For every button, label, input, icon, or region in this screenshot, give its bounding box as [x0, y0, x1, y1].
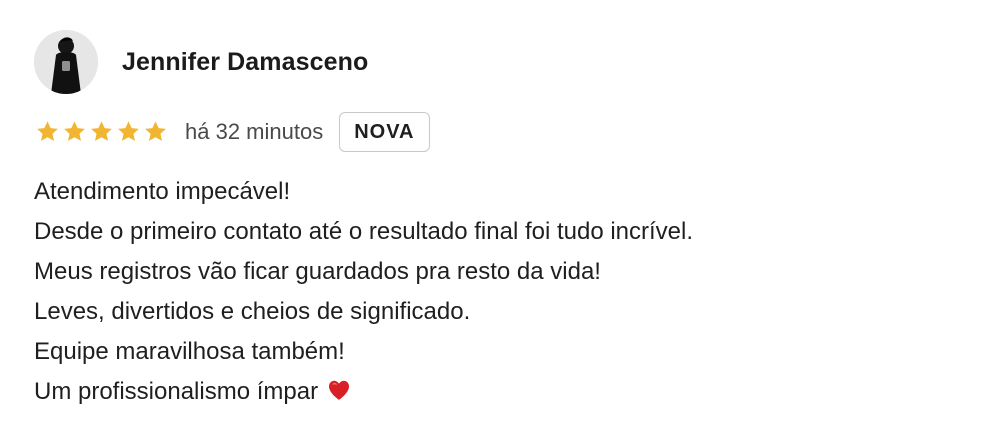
star-icon: [145, 121, 166, 141]
star-icon: [118, 121, 139, 141]
reviewer-name: Jennifer Damasceno: [122, 47, 369, 76]
review-line: Um profissionalismo ímpar: [34, 378, 319, 405]
review-line: Equipe maravilhosa também!: [34, 338, 345, 365]
review-line: Meus registros vão ficar guardados pra r…: [34, 258, 601, 285]
star-rating: [34, 117, 169, 147]
review-meta: há 32 minutos NOVA: [34, 110, 430, 154]
review-line: Desde o primeiro contato até o resultado…: [34, 218, 694, 245]
review-last-line: Um profissionalismo ímpar: [34, 372, 964, 412]
review-time: há 32 minutos: [185, 119, 324, 144]
review-header: Jennifer Damasceno: [34, 30, 368, 94]
star-icon: [37, 121, 58, 141]
review-card: Jennifer Damasceno há 32 minutos NOVA At…: [0, 0, 988, 436]
review-line: Atendimento impecável!: [34, 178, 291, 205]
review-line: Leves, divertidos e cheios de significad…: [34, 298, 471, 325]
star-icon: [64, 121, 85, 141]
red-heart-icon: [327, 374, 351, 400]
review-text: Atendimento impecável! Desde o primeiro …: [34, 172, 964, 412]
star-icon: [91, 121, 112, 141]
new-badge: NOVA: [339, 112, 430, 152]
avatar[interactable]: [34, 30, 98, 94]
